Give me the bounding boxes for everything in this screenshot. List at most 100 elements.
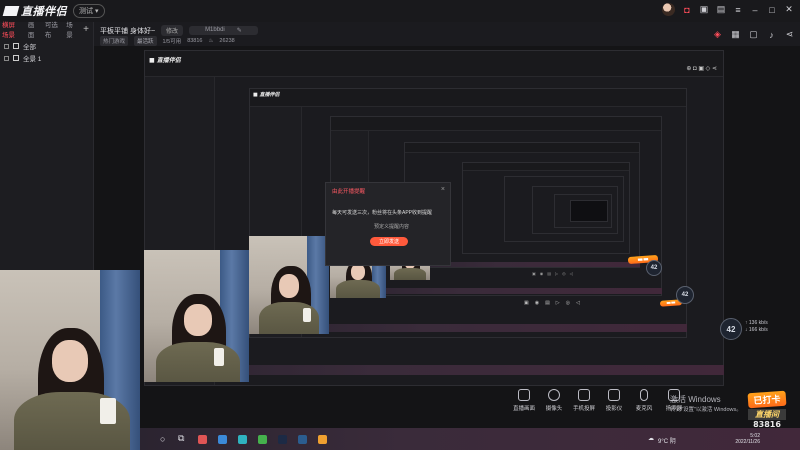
- app-icon-2[interactable]: [218, 435, 227, 444]
- gift-icon[interactable]: ◈: [713, 29, 722, 39]
- list-item[interactable]: 全部: [4, 40, 93, 52]
- tag-activity[interactable]: 最活跃: [134, 36, 157, 46]
- tab-scene[interactable]: 场景: [66, 19, 75, 39]
- tab-layout[interactable]: 可选布: [45, 19, 58, 39]
- list-item[interactable]: 全景 1: [4, 52, 93, 64]
- tool-label: 手机投屏: [572, 406, 595, 412]
- watermark-subtitle: 转到"设置"以激活 Windows。: [670, 407, 742, 413]
- app-icon-4[interactable]: [298, 435, 307, 444]
- tab-landscape-scene[interactable]: 横屏场景: [2, 19, 20, 39]
- start-icon[interactable]: ○: [160, 434, 165, 444]
- nested-toolbar-icons-2: ▣◉▤▷◎◁: [532, 271, 577, 276]
- tag-category[interactable]: 热门游戏: [100, 36, 129, 46]
- browser-icon[interactable]: [238, 435, 247, 444]
- logo-text: 直播伴侣: [21, 5, 67, 18]
- projector-icon: [608, 389, 620, 401]
- upload-speed: 136: [748, 320, 758, 326]
- edit-title-button[interactable]: 修改: [161, 25, 184, 36]
- nested-count-circle-2: 42: [676, 286, 694, 304]
- room-id-field[interactable]: M1bbdi ✎: [189, 26, 258, 35]
- chat-icon[interactable]: [258, 435, 267, 444]
- notification-icon[interactable]: ◘: [682, 5, 692, 15]
- app-icon-1[interactable]: [198, 435, 207, 444]
- minimize-icon[interactable]: –: [750, 5, 760, 15]
- task-view-icon[interactable]: ⧉: [178, 433, 184, 444]
- share-icon[interactable]: ⋖: [785, 29, 794, 39]
- sticker-number: 83816: [753, 420, 781, 429]
- viewer-count: 83816: [187, 38, 203, 44]
- weather-icon: ☁: [648, 436, 654, 442]
- activate-windows-watermark: 激活 Windows 转到"设置"以激活 Windows。: [670, 395, 742, 415]
- avatar[interactable]: [662, 3, 675, 16]
- close-icon[interactable]: ✕: [784, 4, 794, 15]
- tool-label: 投影仪: [605, 406, 623, 412]
- calendar-icon[interactable]: ▦: [731, 29, 740, 39]
- live-preview[interactable]: ■ 直播伴侣 ⊕ ◘ ▣ ◇ ⋖ ■ 直播伴侣 ▣◉▤▷◎◁ ▣◉▤▷◎◁ 由此…: [94, 46, 800, 450]
- title-bar: 直播伴侣 测试 ▾ ◘ ▣ ▤ ≡ – □ ✕: [0, 0, 800, 22]
- source-icon: [13, 43, 19, 49]
- online-count-circle: 42: [720, 318, 742, 340]
- checkin-sticker: 已打卡 直播间 83816: [747, 390, 787, 429]
- room-id-value: M1bbdi: [205, 27, 225, 33]
- live-companion-taskbar-icon[interactable]: [318, 435, 327, 444]
- scene-tabs: 横屏场景 画面 可选布 场景 +: [0, 19, 93, 39]
- sticker-room-label: 直播间: [748, 409, 786, 420]
- close-icon[interactable]: ×: [441, 186, 445, 193]
- dialog-message: 每天可发送三次，粉丝将在头条APP收到提醒: [332, 210, 433, 216]
- screen-icon: [518, 389, 530, 401]
- list-item-label: 全部: [23, 44, 36, 51]
- weather-text[interactable]: 9°C 阴: [658, 436, 676, 445]
- room-info-bar: 平板平铺 身体好~ 修改 M1bbdi ✎ 热门游戏 最活跃 1/5可用 838…: [94, 22, 800, 46]
- download-speed: 166: [748, 327, 758, 333]
- download-unit: kb/s: [758, 327, 768, 333]
- dialog-title: 由此开播提醒: [332, 189, 366, 195]
- beta-badge[interactable]: 测试 ▾: [73, 4, 105, 18]
- add-scene-button[interactable]: +: [83, 24, 89, 35]
- message-icon[interactable]: ▢: [749, 29, 758, 39]
- heat-count: 26238: [219, 38, 235, 44]
- nested-toolbar-icons: ▣◉▤▷◎◁: [524, 300, 586, 306]
- nested-webcam-1: [144, 250, 249, 382]
- send-now-button[interactable]: 立即发送: [370, 237, 408, 246]
- checkbox-icon[interactable]: [4, 43, 9, 49]
- list-item-label: 全景 1: [23, 56, 42, 63]
- windows-taskbar: ○ ⧉ ☁ 9°C 阴 5:02 2022/11/26: [140, 428, 800, 450]
- sticker-title: 已打卡: [747, 390, 787, 409]
- date: 2022/11/26: [735, 439, 760, 445]
- beta-label: 测试: [79, 8, 93, 15]
- menu-icon[interactable]: ≡: [733, 5, 743, 15]
- tool-label: 直播画面: [512, 406, 535, 412]
- online-count: 42: [726, 324, 736, 334]
- edit-icon: ✎: [236, 28, 242, 34]
- logo-mark-icon: [2, 6, 20, 16]
- live-companion-app: 直播伴侣 测试 ▾ ◘ ▣ ▤ ≡ – □ ✕ 横屏场景 画面 可选布 场景 +: [0, 0, 800, 450]
- tool-label: 摄像头: [545, 406, 563, 412]
- room-tags: 热门游戏 最活跃 1/5可用 83816 ♨ 26238: [100, 36, 235, 46]
- bell-icon[interactable]: ♪: [767, 30, 776, 40]
- chevron-down-icon: ▾: [95, 8, 99, 15]
- tab-picture[interactable]: 画面: [28, 19, 37, 39]
- app-icon-3[interactable]: [278, 435, 287, 444]
- nested-webcam-2: [249, 236, 329, 334]
- app-logo: 直播伴侣: [2, 3, 67, 19]
- microphone-icon: [640, 389, 648, 401]
- clock[interactable]: 5:02 2022/11/26: [730, 433, 760, 445]
- settings-icon[interactable]: ▣: [699, 4, 709, 15]
- tool-label: 麦克风: [635, 406, 653, 412]
- tag-available: 1/5可用: [162, 39, 182, 45]
- room-title: 平板平铺 身体好~: [100, 27, 156, 35]
- title-bar-controls: ◘ ▣ ▤ ≡ – □ ✕: [662, 3, 794, 16]
- phone-cast-icon: [578, 389, 590, 401]
- maximize-icon[interactable]: □: [767, 5, 777, 15]
- feedback-icon[interactable]: ▤: [716, 4, 726, 15]
- dialog-subtext[interactable]: 预定义提醒内容: [374, 223, 409, 230]
- broadcast-reminder-dialog: 由此开播提醒 × 每天可发送三次，粉丝将在头条APP收到提醒 预定义提醒内容 立…: [325, 182, 451, 266]
- watermark-title: 激活 Windows: [670, 395, 721, 404]
- source-icon: [13, 55, 19, 61]
- network-speed: ↑ 136 kb/s ↓ 166 kb/s: [745, 320, 768, 333]
- fire-icon: ♨: [208, 38, 214, 44]
- nested-count-circle-1: 42: [646, 260, 662, 276]
- camera-icon: [548, 389, 560, 401]
- main-webcam: [0, 270, 140, 450]
- checkbox-icon[interactable]: [4, 55, 9, 61]
